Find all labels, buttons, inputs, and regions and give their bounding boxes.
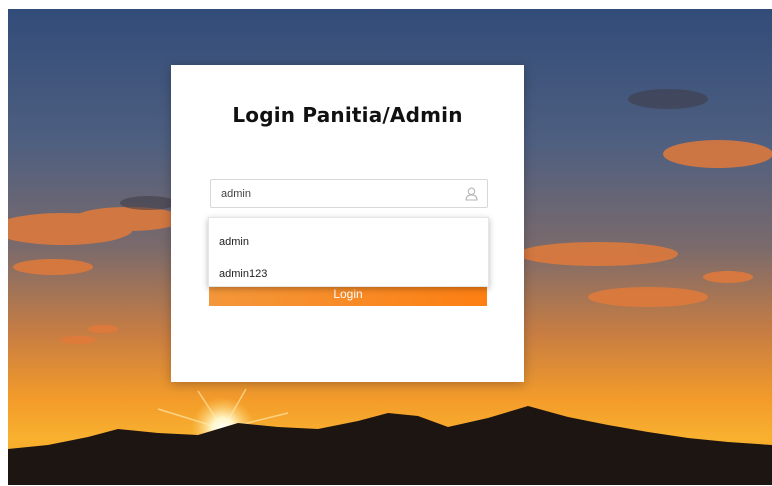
username-input[interactable]: [221, 180, 451, 207]
username-field[interactable]: [210, 179, 488, 208]
autocomplete-dropdown: admin admin123: [208, 217, 489, 287]
user-icon: [465, 187, 478, 201]
login-button[interactable]: Login: [209, 284, 487, 306]
login-page: Login Panitia/Admin Login admin admin123: [8, 9, 772, 485]
autocomplete-option-admin123[interactable]: admin123: [219, 268, 267, 280]
login-button-label: Login: [333, 287, 363, 301]
autocomplete-option-admin[interactable]: admin: [219, 236, 249, 248]
page-title: Login Panitia/Admin: [232, 103, 463, 127]
